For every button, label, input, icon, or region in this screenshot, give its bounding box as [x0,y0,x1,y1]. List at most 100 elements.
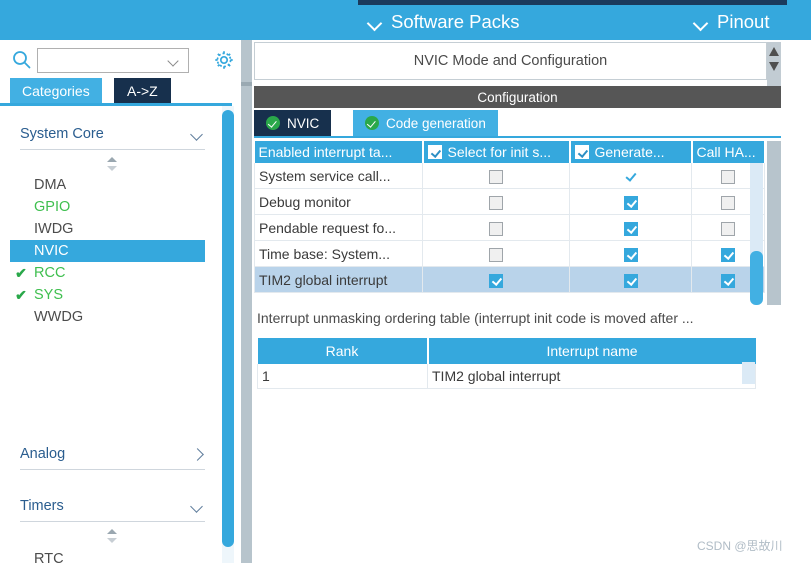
generate-checkbox[interactable] [623,195,638,210]
scroll-down-arrow-icon[interactable] [769,62,779,71]
tab-categories-label: Categories [22,83,90,99]
select-all-init-checkbox[interactable] [427,145,442,159]
sidebar-item-rcc[interactable]: ✔ RCC [10,262,205,284]
sidebar-item-nvic-label: NVIC [34,243,69,259]
column-header-interrupt-name[interactable]: Interrupt name [427,338,756,364]
sidebar-scrollbar-thumb[interactable] [222,110,234,547]
column-header-generate[interactable]: Generate... [569,141,693,163]
tab-code-generation-label: Code generation [386,115,486,131]
select-init-cell[interactable] [422,214,570,241]
table-row[interactable]: Pendable request fo... [254,214,765,241]
sidebar-item-iwdg[interactable]: IWDG [10,218,205,240]
status-check-icon: ✔ [15,265,27,281]
sidebar-item-sys[interactable]: ✔ SYS [10,284,205,306]
interrupt-name-cell: System service call... [254,163,423,189]
search-input[interactable] [42,51,164,70]
generate-cell[interactable] [569,214,692,241]
chevron-down-icon [368,18,382,26]
column-header-interrupt-name-label: Interrupt name [546,343,638,359]
nvic-interrupt-table: Enabled interrupt ta... Select for init … [254,141,766,293]
top-bar-navy-gap [787,0,791,5]
table-row[interactable]: 1 TIM2 global interrupt [257,364,756,389]
configuration-header: Configuration [254,86,781,108]
sidebar-item-dma[interactable]: DMA [10,174,205,196]
table-row[interactable]: TIM2 global interrupt [254,266,765,293]
sidebar-group-analog[interactable]: Analog [20,438,205,470]
ordering-table-scrollbar[interactable] [742,362,755,384]
column-header-select-for-init[interactable]: Select for init s... [422,141,571,163]
check-circle-icon [266,116,280,130]
tab-code-generation[interactable]: Code generation [353,110,498,136]
generate-cell[interactable] [569,163,692,189]
call-hal-checkbox[interactable] [721,169,735,184]
table-row[interactable]: Debug monitor [254,188,765,215]
scroll-up-down-spinner[interactable] [105,528,119,544]
sidebar-item-wwdg[interactable]: WWDG [10,306,205,328]
sidebar-item-dma-label: DMA [34,177,67,193]
interrupt-name-cell: Debug monitor [254,188,423,215]
check-circle-icon [365,116,379,130]
menu-software-packs[interactable]: Software Packs [368,2,520,42]
call-hal-checkbox[interactable] [721,221,735,236]
generate-checkbox[interactable] [623,221,638,236]
gear-icon[interactable] [213,49,235,71]
tab-a-to-z[interactable]: A->Z [114,78,171,104]
generate-checkbox[interactable] [623,247,638,262]
select-init-cell[interactable] [422,163,570,189]
chevron-down-icon [191,130,205,138]
call-hal-checkbox[interactable] [721,247,735,262]
generate-checkbox[interactable] [624,170,638,184]
select-init-cell[interactable] [422,188,570,215]
generate-cell[interactable] [569,266,692,293]
select-init-checkbox[interactable] [489,195,503,210]
sidebar-item-rtc[interactable]: RTC [10,548,205,563]
sidebar-item-nvic[interactable]: NVIC [10,240,205,262]
menu-pinout[interactable]: Pinout [694,2,769,42]
table-header-row: Enabled interrupt ta... Select for init … [254,141,766,163]
status-check-icon: ✔ [15,287,27,303]
select-init-checkbox[interactable] [489,221,503,236]
sidebar-item-gpio[interactable]: GPIO [10,196,205,218]
select-init-checkbox[interactable] [489,273,503,288]
mode-header-label: NVIC Mode and Configuration [413,53,608,69]
menu-pinout-label: Pinout [717,11,770,32]
select-init-cell[interactable] [422,266,570,293]
mode-header: NVIC Mode and Configuration [254,42,767,80]
table-row[interactable]: Time base: System... [254,240,765,267]
call-hal-checkbox[interactable] [721,273,735,288]
search-icon[interactable] [12,50,31,69]
select-all-generate-checkbox[interactable] [574,145,589,159]
sidebar-item-sys-label: SYS [34,287,64,303]
sidebar-group-timers-label: Timers [20,497,64,514]
generate-cell[interactable] [569,240,692,267]
main-panel-scrollbar[interactable] [767,141,781,305]
sidebar-item-gpio-label: GPIO [34,199,71,215]
generate-cell[interactable] [569,188,692,215]
generate-checkbox[interactable] [623,273,638,288]
column-header-enabled-interrupt-table[interactable]: Enabled interrupt ta... [254,141,424,163]
sidebar-item-iwdg-label: IWDG [34,221,74,237]
sidebar-group-system-core[interactable]: System Core [20,118,205,150]
column-header-call-hal[interactable]: Call HA... [691,141,766,163]
tab-a-to-z-label: A->Z [127,83,158,99]
nvic-table-scrollbar-thumb[interactable] [750,251,763,305]
search-combobox[interactable] [37,48,189,73]
panel-splitter[interactable] [241,40,252,563]
select-init-checkbox[interactable] [489,247,503,262]
configuration-header-label: Configuration [477,89,558,105]
panel-splitter-notch [241,82,252,86]
sidebar-group-timers[interactable]: Timers [20,490,205,522]
chevron-down-icon[interactable] [168,57,180,65]
table-row[interactable]: System service call... [254,163,765,189]
column-header-rank[interactable]: Rank [257,338,429,364]
scroll-up-down-spinner[interactable] [105,156,119,172]
select-init-cell[interactable] [422,240,570,267]
scroll-up-arrow-icon[interactable] [769,47,779,56]
tab-categories[interactable]: Categories [10,78,102,104]
chevron-down-icon [694,18,708,26]
tab-nvic[interactable]: NVIC [254,110,332,136]
select-init-checkbox[interactable] [489,169,503,184]
sidebar-panel: Categories A->Z System Core DMA GPIO IWD… [0,40,241,563]
interrupt-name-cell: Time base: System... [254,240,423,267]
call-hal-checkbox[interactable] [721,195,735,210]
